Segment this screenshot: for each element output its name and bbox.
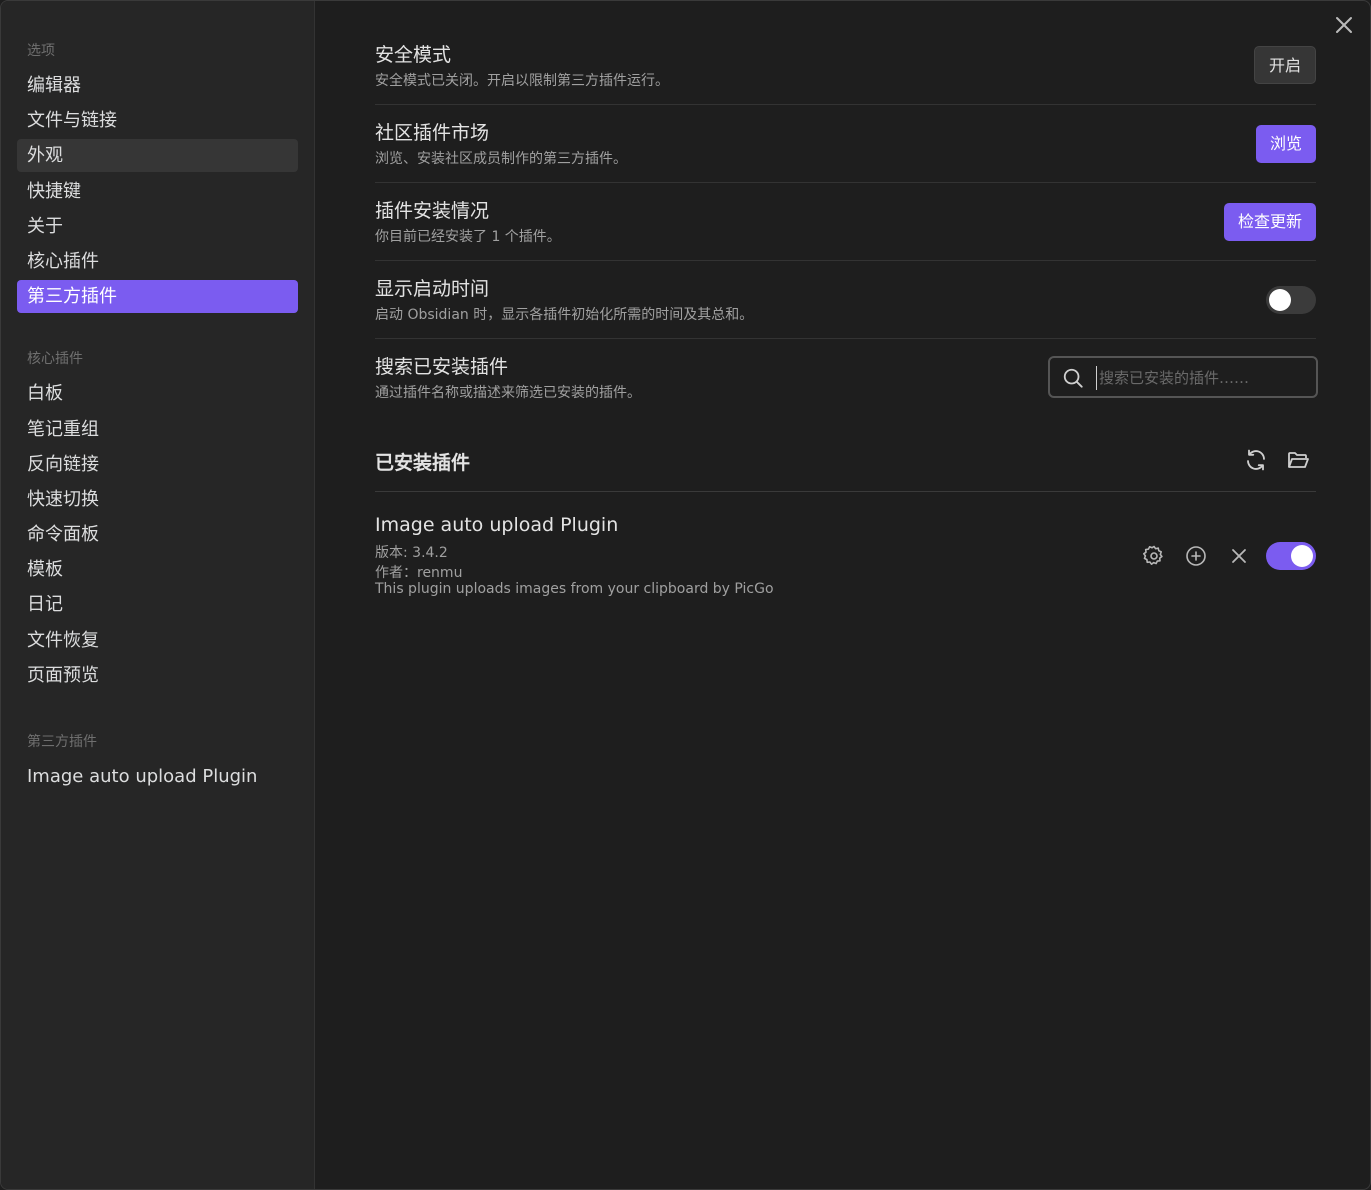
- plugin-item: Image auto upload Plugin 版本: 3.4.2 作者：re…: [375, 511, 1316, 611]
- sidebar-item-quick-switcher[interactable]: 快速切换: [17, 483, 298, 516]
- sidebar-item-note-composer[interactable]: 笔记重组: [17, 413, 298, 446]
- plugin-name: Image auto upload Plugin: [375, 514, 619, 536]
- setting-name: 插件安装情况: [375, 200, 490, 222]
- setting-name: 显示启动时间: [375, 278, 490, 300]
- folder-open-icon[interactable]: [1286, 448, 1310, 472]
- setting-desc: 你目前已经安装了 1 个插件。: [375, 229, 561, 245]
- sidebar-item-backlinks[interactable]: 反向链接: [17, 448, 298, 481]
- setting-startup-time: 显示启动时间 启动 Obsidian 时，显示各插件初始化所需的时间及其总和。: [375, 261, 1316, 339]
- sidebar-item-image-auto-upload[interactable]: Image auto upload Plugin: [17, 760, 298, 793]
- sidebar-item-page-preview[interactable]: 页面预览: [17, 659, 298, 692]
- plus-circle-icon[interactable]: [1184, 544, 1208, 568]
- settings-window: 选项 编辑器 文件与链接 外观 快捷键 关于 核心插件 第三方插件 核心插件 白…: [0, 0, 1371, 1190]
- search-installed-box: [1048, 356, 1318, 398]
- sidebar-item-appearance[interactable]: 外观: [17, 139, 298, 173]
- setting-install-status: 插件安装情况 你目前已经安装了 1 个插件。 检查更新: [375, 183, 1316, 261]
- setting-desc: 安全模式已关闭。开启以限制第三方插件运行。: [375, 73, 669, 89]
- plugin-enable-toggle[interactable]: [1266, 542, 1316, 570]
- search-icon: [1062, 367, 1084, 389]
- plugin-version: 版本: 3.4.2: [375, 545, 448, 561]
- settings-sidebar: 选项 编辑器 文件与链接 外观 快捷键 关于 核心插件 第三方插件 核心插件 白…: [1, 1, 315, 1189]
- sidebar-item-about[interactable]: 关于: [17, 210, 298, 243]
- sidebar-item-files-links[interactable]: 文件与链接: [17, 104, 298, 137]
- setting-name: 社区插件市场: [375, 122, 490, 144]
- sidebar-item-community-plugins[interactable]: 第三方插件: [17, 280, 298, 314]
- plugin-description: This plugin uploads images from your cli…: [375, 581, 774, 597]
- search-installed-input[interactable]: [1096, 366, 1306, 390]
- setting-desc: 通过插件名称或描述来筛选已安装的插件。: [375, 385, 641, 401]
- sidebar-item-editor[interactable]: 编辑器: [17, 69, 298, 102]
- setting-name: 安全模式: [375, 44, 452, 66]
- gear-icon[interactable]: [1142, 544, 1166, 568]
- installed-plugins-title: 已安装插件: [375, 452, 471, 474]
- startup-time-toggle[interactable]: [1266, 286, 1316, 314]
- sidebar-item-command-palette[interactable]: 命令面板: [17, 518, 298, 551]
- installed-plugins-header: 已安装插件: [375, 421, 1316, 492]
- sidebar-item-templates[interactable]: 模板: [17, 553, 298, 586]
- uninstall-x-icon[interactable]: [1227, 544, 1251, 568]
- safe-mode-enable-button[interactable]: 开启: [1253, 46, 1316, 84]
- plugin-author: 作者：renmu: [375, 565, 463, 581]
- browse-button[interactable]: 浏览: [1255, 125, 1316, 163]
- check-updates-button[interactable]: 检查更新: [1223, 203, 1316, 241]
- sidebar-item-canvas[interactable]: 白板: [17, 377, 298, 410]
- sidebar-item-hotkeys[interactable]: 快捷键: [17, 175, 298, 208]
- setting-desc: 启动 Obsidian 时，显示各插件初始化所需的时间及其总和。: [375, 307, 754, 323]
- sidebar-group-options-title: 选项: [27, 43, 55, 59]
- setting-name: 搜索已安装插件: [375, 356, 509, 378]
- setting-safe-mode: 安全模式 安全模式已关闭。开启以限制第三方插件运行。 开启: [375, 27, 1316, 105]
- sidebar-item-daily-notes[interactable]: 日记: [17, 588, 298, 621]
- sidebar-group-community-title: 第三方插件: [27, 734, 97, 750]
- sidebar-item-core-plugins[interactable]: 核心插件: [17, 245, 298, 278]
- setting-marketplace: 社区插件市场 浏览、安装社区成员制作的第三方插件。 浏览: [375, 105, 1316, 183]
- toggle-knob: [1291, 545, 1313, 567]
- sidebar-group-core-title: 核心插件: [27, 351, 83, 368]
- close-icon[interactable]: [1332, 13, 1356, 37]
- reload-icon[interactable]: [1244, 448, 1268, 472]
- toggle-knob: [1269, 289, 1291, 311]
- setting-search-installed: 搜索已安装插件 通过插件名称或描述来筛选已安装的插件。: [375, 339, 1318, 417]
- setting-desc: 浏览、安装社区成员制作的第三方插件。: [375, 151, 627, 167]
- sidebar-item-file-recovery[interactable]: 文件恢复: [17, 624, 298, 657]
